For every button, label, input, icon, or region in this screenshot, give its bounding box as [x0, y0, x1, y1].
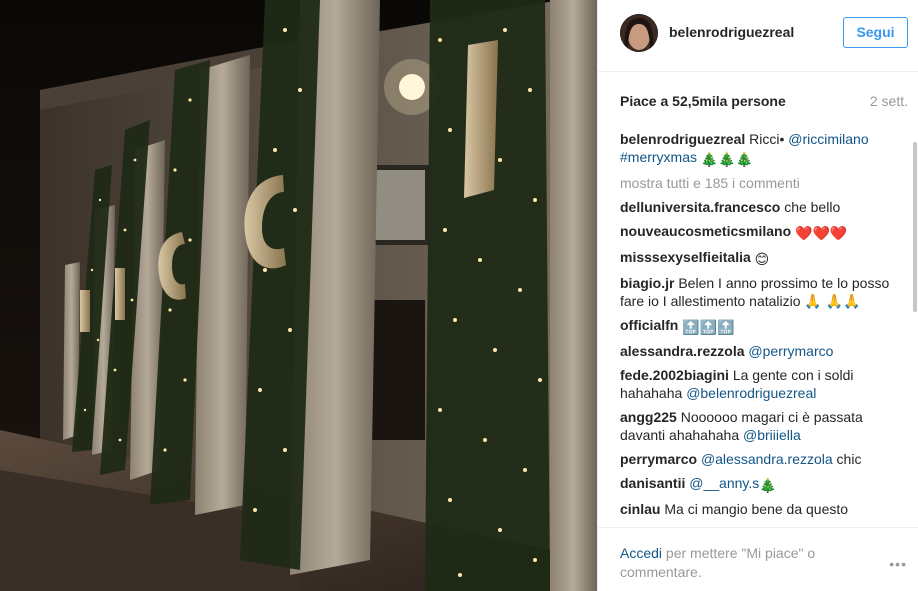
post-photo[interactable]: [0, 0, 597, 591]
comment-item: delluniversita.francesco che bello: [620, 198, 907, 216]
comments-list: belenrodriguezreal Ricci• @riccimilano #…: [620, 122, 907, 526]
comment-username[interactable]: officialfn: [620, 317, 678, 333]
comment-text: ❤️❤️❤️: [795, 225, 848, 241]
comment-username[interactable]: misssexyselfieitalia: [620, 249, 751, 265]
caption-mention[interactable]: @riccimilano: [788, 131, 868, 147]
post-photo-illustration: [0, 0, 597, 591]
caption: belenrodriguezreal Ricci• @riccimilano #…: [620, 130, 907, 168]
comment-item: officialfn 🔝🔝🔝: [620, 316, 907, 336]
comment-text: che bello: [784, 199, 841, 215]
comment-username[interactable]: alessandra.rezzola: [620, 343, 745, 359]
likes-count[interactable]: Piace a 52,5mila persone: [620, 93, 786, 109]
comment-username[interactable]: fede.2002biagini: [620, 367, 729, 383]
comment-username[interactable]: nouveaucosmeticsmilano: [620, 223, 791, 239]
login-prompt: Accedi per mettere "Mi piace" o commenta…: [620, 544, 860, 582]
comments-scrollbar[interactable]: [912, 122, 917, 526]
comment-mention[interactable]: @__anny.s: [689, 475, 759, 491]
caption-text: Ricci•: [749, 131, 789, 147]
post-footer: Accedi per mettere "Mi piace" o commenta…: [598, 527, 918, 591]
comment-mention[interactable]: @perrymarco: [748, 343, 833, 359]
more-options-icon[interactable]: •••: [889, 556, 907, 572]
comment-username[interactable]: perrymarco: [620, 451, 697, 467]
post-stats: Piace a 52,5mila persone 2 sett.: [620, 93, 908, 111]
post-side-panel: belenrodriguezreal Segui Piace a 52,5mil…: [597, 0, 918, 591]
caption-username[interactable]: belenrodriguezreal: [620, 131, 745, 147]
comment-item: fede.2002biagini La gente con i soldi ha…: [620, 366, 907, 402]
comment-item: cinlau Ma ci mangio bene da questo: [620, 500, 907, 518]
post-header: belenrodriguezreal Segui: [598, 0, 918, 72]
comment-item: angg225 Noooooo magari ci è passata dava…: [620, 408, 907, 444]
follow-button[interactable]: Segui: [843, 17, 908, 48]
author-username[interactable]: belenrodriguezreal: [669, 24, 794, 40]
instagram-post-modal: belenrodriguezreal Segui Piace a 52,5mil…: [0, 0, 918, 591]
comment-mention[interactable]: @alessandra.rezzola: [701, 451, 833, 467]
comment-username[interactable]: angg225: [620, 409, 677, 425]
comment-item: biagio.jr Belen I anno prossimo te lo po…: [620, 274, 907, 310]
post-timestamp[interactable]: 2 sett.: [870, 93, 908, 109]
comment-text: Ma ci mangio bene da questo: [664, 501, 849, 517]
caption-hashtag[interactable]: #merryxmas: [620, 149, 697, 165]
comment-username[interactable]: biagio.jr: [620, 275, 674, 291]
comment-username[interactable]: delluniversita.francesco: [620, 199, 780, 215]
comment-item: nouveaucosmeticsmilano ❤️❤️❤️: [620, 222, 907, 242]
comment-text: 🎄: [759, 477, 777, 493]
comment-item: misssexyselfieitalia 😊: [620, 248, 907, 268]
comment-mention[interactable]: @briiiella: [743, 427, 801, 443]
comment-item: alessandra.rezzola @perrymarco: [620, 342, 907, 360]
comment-item: danisantii @__anny.s 🎄: [620, 474, 907, 494]
comment-mention[interactable]: @belenrodriguezreal: [686, 385, 816, 401]
login-link[interactable]: Accedi: [620, 545, 662, 561]
caption-emoji: 🎄🎄🎄: [700, 151, 754, 167]
avatar-portrait: [620, 14, 658, 52]
comment-text: 🔝🔝🔝: [682, 319, 735, 335]
scrollbar-thumb[interactable]: [913, 142, 917, 312]
load-more-comments-link[interactable]: mostra tutti e 185 i commenti: [620, 174, 907, 192]
avatar[interactable]: [620, 14, 658, 52]
comment-username[interactable]: danisantii: [620, 475, 685, 491]
comment-item: perrymarco @alessandra.rezzola chic: [620, 450, 907, 468]
comment-text: 😊: [754, 251, 770, 267]
comment-text: chic: [832, 451, 862, 467]
comment-username[interactable]: cinlau: [620, 501, 660, 517]
